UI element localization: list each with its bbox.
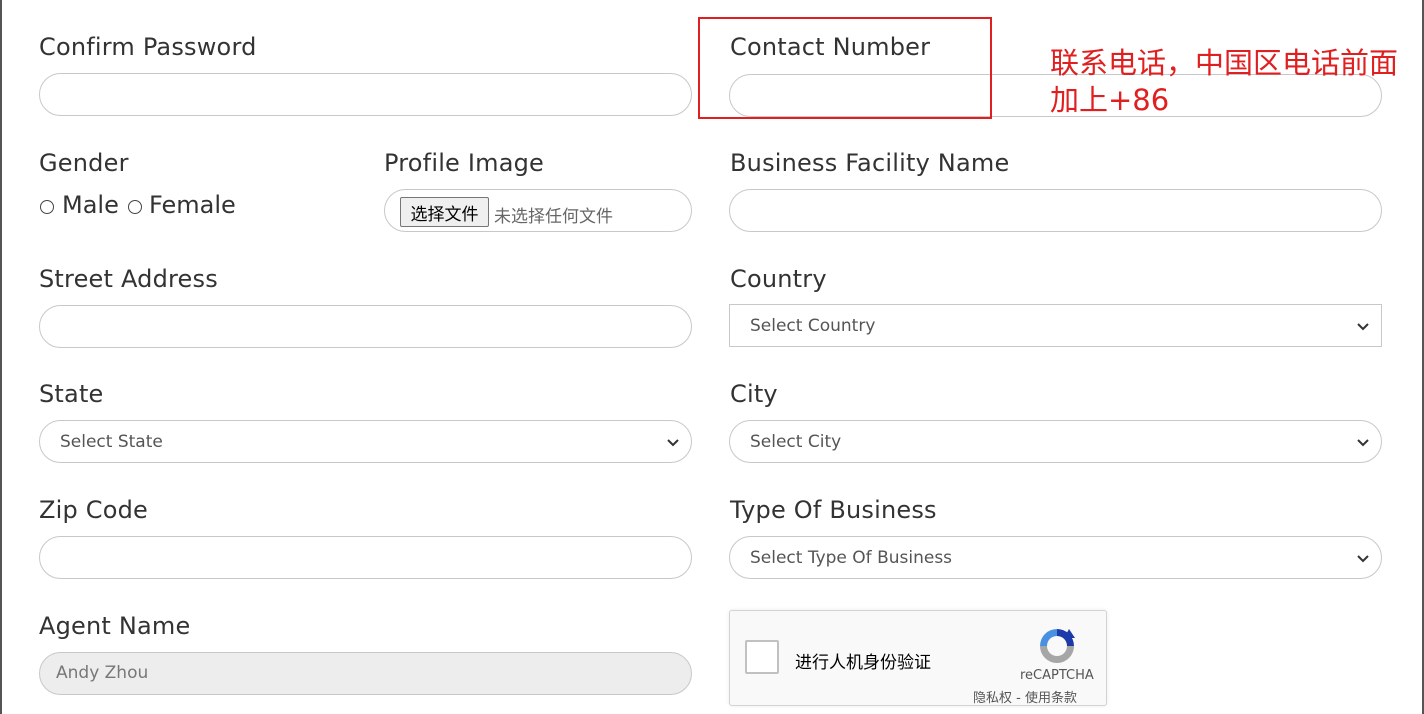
annotation-highlight-box [698, 17, 992, 119]
state-select[interactable]: Select State [39, 420, 692, 463]
state-select-value: Select State [60, 432, 163, 452]
street-address-label: Street Address [39, 265, 218, 293]
business-facility-name-input[interactable] [729, 189, 1382, 232]
street-address-input[interactable] [39, 305, 692, 348]
city-select-value: Select City [750, 432, 842, 452]
type-of-business-label: Type Of Business [730, 496, 937, 524]
city-label: City [730, 380, 778, 408]
zip-code-label: Zip Code [39, 496, 149, 524]
gender-male-label[interactable]: Male [62, 191, 119, 219]
country-select[interactable]: Select Country [729, 304, 1382, 347]
country-select-value: Select Country [750, 316, 876, 336]
type-of-business-select[interactable]: Select Type Of Business [729, 536, 1382, 579]
state-label: State [39, 380, 104, 408]
agent-name-input: Andy Zhou [39, 652, 692, 695]
recaptcha-privacy-link[interactable]: 隐私权 [973, 691, 1012, 706]
chevron-down-icon [1357, 555, 1369, 563]
annotation-line-2: 加上+86 [1050, 83, 1170, 117]
gender-female-radio[interactable] [128, 200, 142, 214]
chevron-down-icon [1357, 323, 1369, 331]
city-select[interactable]: Select City [729, 420, 1382, 463]
agent-name-value: Andy Zhou [56, 663, 149, 683]
gender-label: Gender [39, 149, 129, 177]
confirm-password-label: Confirm Password [39, 33, 257, 61]
recaptcha-links-separator: - [1016, 691, 1021, 706]
choose-file-button[interactable]: 选择文件 [400, 197, 489, 227]
gender-female-label[interactable]: Female [149, 191, 236, 219]
business-facility-name-label: Business Facility Name [730, 149, 1010, 177]
annotation-line-1: 联系电话，中国区电话前面 [1050, 46, 1399, 80]
chevron-down-icon [667, 439, 679, 447]
type-of-business-select-value: Select Type Of Business [750, 548, 953, 568]
recaptcha-checkbox[interactable] [745, 640, 779, 674]
recaptcha-terms-link[interactable]: 使用条款 [1025, 691, 1077, 706]
recaptcha-widget: 进行人机身份验证 reCAPTCHA 隐私权 - 使用条款 [729, 610, 1107, 706]
confirm-password-input[interactable] [39, 73, 692, 116]
profile-image-file-input[interactable]: 选择文件 未选择任何文件 [384, 189, 692, 232]
gender-male-radio[interactable] [40, 200, 54, 214]
zip-code-input[interactable] [39, 536, 692, 579]
country-label: Country [730, 265, 827, 293]
recaptcha-checkbox-label: 进行人机身份验证 [795, 653, 931, 673]
recaptcha-logo-icon [1040, 629, 1075, 663]
agent-name-label: Agent Name [39, 612, 191, 640]
no-file-chosen-text: 未选择任何文件 [494, 207, 613, 227]
recaptcha-brand: reCAPTCHA [1020, 668, 1094, 683]
profile-image-label: Profile Image [384, 149, 545, 177]
recaptcha-links: 隐私权 - 使用条款 [973, 687, 1077, 706]
chevron-down-icon [1357, 439, 1369, 447]
